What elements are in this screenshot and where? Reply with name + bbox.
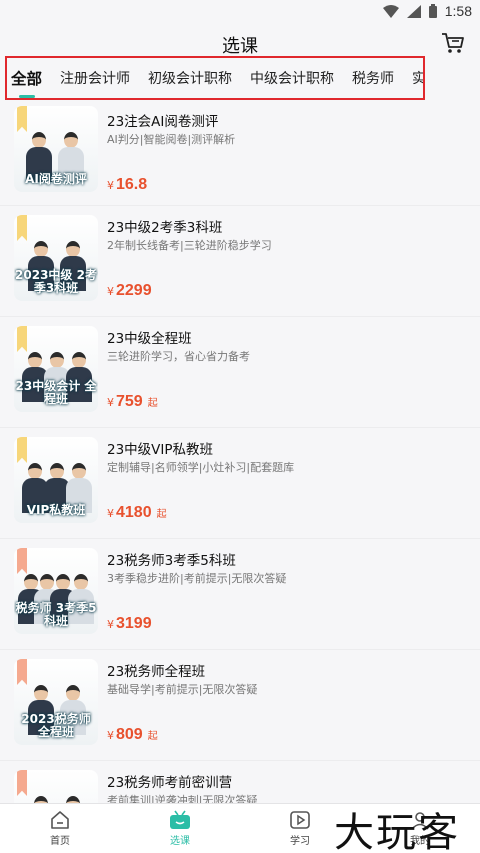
course-title: 23中级VIP私教班 — [107, 442, 214, 458]
thumbnail-caption: AI阅卷测评 — [25, 171, 87, 186]
tab-intermediate-accounting[interactable]: 中级会计职称 — [250, 68, 334, 88]
course-card[interactable]: 23中级会计 全程班 23中级全程班 三轮进阶学习，省心省力备考 ¥759 起 — [0, 317, 480, 428]
course-title: 23中级2考季3科班 — [107, 220, 223, 236]
course-thumbnail — [14, 770, 98, 803]
thumbnail-caption: 税务师 3考季5科班 — [15, 600, 97, 628]
teacher-figure — [28, 796, 54, 803]
course-subtitle: 考前集训|逆袭冲刺|无限次答疑 — [107, 794, 258, 803]
course-price: ¥4180 起 — [107, 504, 167, 521]
course-subtitle: 基础导学|考前提示|无限次答疑 — [107, 683, 258, 696]
tab-all[interactable]: 全部 — [11, 67, 42, 98]
course-thumbnail: 2023中级 2考季3科班 — [14, 215, 98, 301]
course-card[interactable]: VIP私教班 23中级VIP私教班 定制辅导|名师领学|小灶补习|配套题库 ¥4… — [0, 428, 480, 539]
course-card[interactable]: 2023税务师 全程班 23税务师全程班 基础导学|考前提示|无限次答疑 ¥80… — [0, 650, 480, 761]
course-thumbnail: VIP私教班 — [14, 437, 98, 523]
tab-cpa[interactable]: 注册会计师 — [60, 68, 130, 88]
course-price: ¥759 起 — [107, 393, 158, 410]
course-card[interactable]: 23税务师考前密训营 考前集训|逆袭冲刺|无限次答疑 — [0, 761, 480, 803]
teacher-figure — [60, 796, 86, 803]
ribbon-badge — [17, 437, 27, 463]
ribbon-badge — [17, 548, 27, 574]
course-title: 23税务师全程班 — [107, 664, 206, 680]
course-thumbnail: 2023税务师 全程班 — [14, 659, 98, 745]
watermark-logo: 大玩客 — [334, 810, 460, 853]
nav-label: 学习 — [290, 836, 310, 847]
tab-training[interactable]: 实训 — [412, 68, 423, 88]
course-subtitle: 2年制长线备考|三轮进阶稳步学习 — [107, 239, 272, 252]
home-icon — [51, 811, 69, 829]
thumbnail-caption: VIP私教班 — [26, 502, 86, 517]
course-thumbnail: AI阅卷测评 — [14, 106, 98, 192]
course-list: AI阅卷测评 23注会AI阅卷测评 AI判分|智能阅卷|测评解析 ¥16.8 2… — [0, 100, 480, 803]
nav-label: 选课 — [170, 836, 190, 847]
course-subtitle: AI判分|智能阅卷|测评解析 — [107, 133, 236, 146]
tab-junior-accounting[interactable]: 初级会计职称 — [148, 68, 232, 88]
course-title: 23税务师考前密训营 — [107, 775, 233, 791]
course-price: ¥2299 — [107, 282, 152, 299]
nav-home[interactable]: 首页 — [0, 804, 120, 853]
play-icon — [290, 811, 310, 829]
thumbnail-caption: 23中级会计 全程班 — [15, 378, 97, 406]
course-card[interactable]: AI阅卷测评 23注会AI阅卷测评 AI判分|智能阅卷|测评解析 ¥16.8 — [0, 100, 480, 206]
course-icon — [170, 810, 190, 829]
ribbon-badge — [17, 215, 27, 241]
thumbnail-caption: 2023中级 2考季3科班 — [15, 267, 97, 295]
course-subtitle: 3考季稳步进阶|考前提示|无限次答疑 — [107, 572, 287, 585]
page-title: 选课 — [222, 36, 258, 57]
ribbon-badge — [17, 659, 27, 685]
tab-tax-advisor[interactable]: 税务师 — [352, 68, 394, 88]
category-tabs: 全部 注册会计师 初级会计职称 中级会计职称 税务师 实训 — [5, 56, 425, 100]
ribbon-badge — [17, 770, 27, 796]
ribbon-badge — [17, 106, 27, 132]
course-thumbnail: 税务师 3考季5科班 — [14, 548, 98, 634]
status-time: 1:58 — [444, 3, 472, 19]
status-icons: 1:58 — [382, 3, 472, 19]
cart-icon[interactable] — [440, 30, 466, 56]
nav-course[interactable]: 选课 — [120, 804, 240, 853]
course-thumbnail: 23中级会计 全程班 — [14, 326, 98, 412]
course-title: 23注会AI阅卷测评 — [107, 114, 219, 130]
nav-label: 首页 — [50, 836, 70, 847]
battery-icon — [428, 4, 437, 18]
course-subtitle: 三轮进阶学习，省心省力备考 — [107, 350, 250, 363]
course-price: ¥809 起 — [107, 726, 158, 743]
course-card[interactable]: 税务师 3考季5科班 23税务师3考季5科班 3考季稳步进阶|考前提示|无限次答… — [0, 539, 480, 650]
course-card[interactable]: 2023中级 2考季3科班 23中级2考季3科班 2年制长线备考|三轮进阶稳步学… — [0, 206, 480, 317]
ribbon-badge — [17, 326, 27, 352]
thumbnail-caption: 2023税务师 全程班 — [21, 711, 91, 739]
course-title: 23税务师3考季5科班 — [107, 553, 236, 569]
signal-icon — [406, 4, 421, 18]
wifi-icon — [382, 4, 399, 18]
course-title: 23中级全程班 — [107, 331, 192, 347]
status-bar: 1:58 — [0, 0, 480, 24]
course-price: ¥16.8 — [107, 176, 148, 193]
course-price: ¥3199 — [107, 615, 152, 632]
course-subtitle: 定制辅导|名师领学|小灶补习|配套题库 — [107, 461, 295, 474]
